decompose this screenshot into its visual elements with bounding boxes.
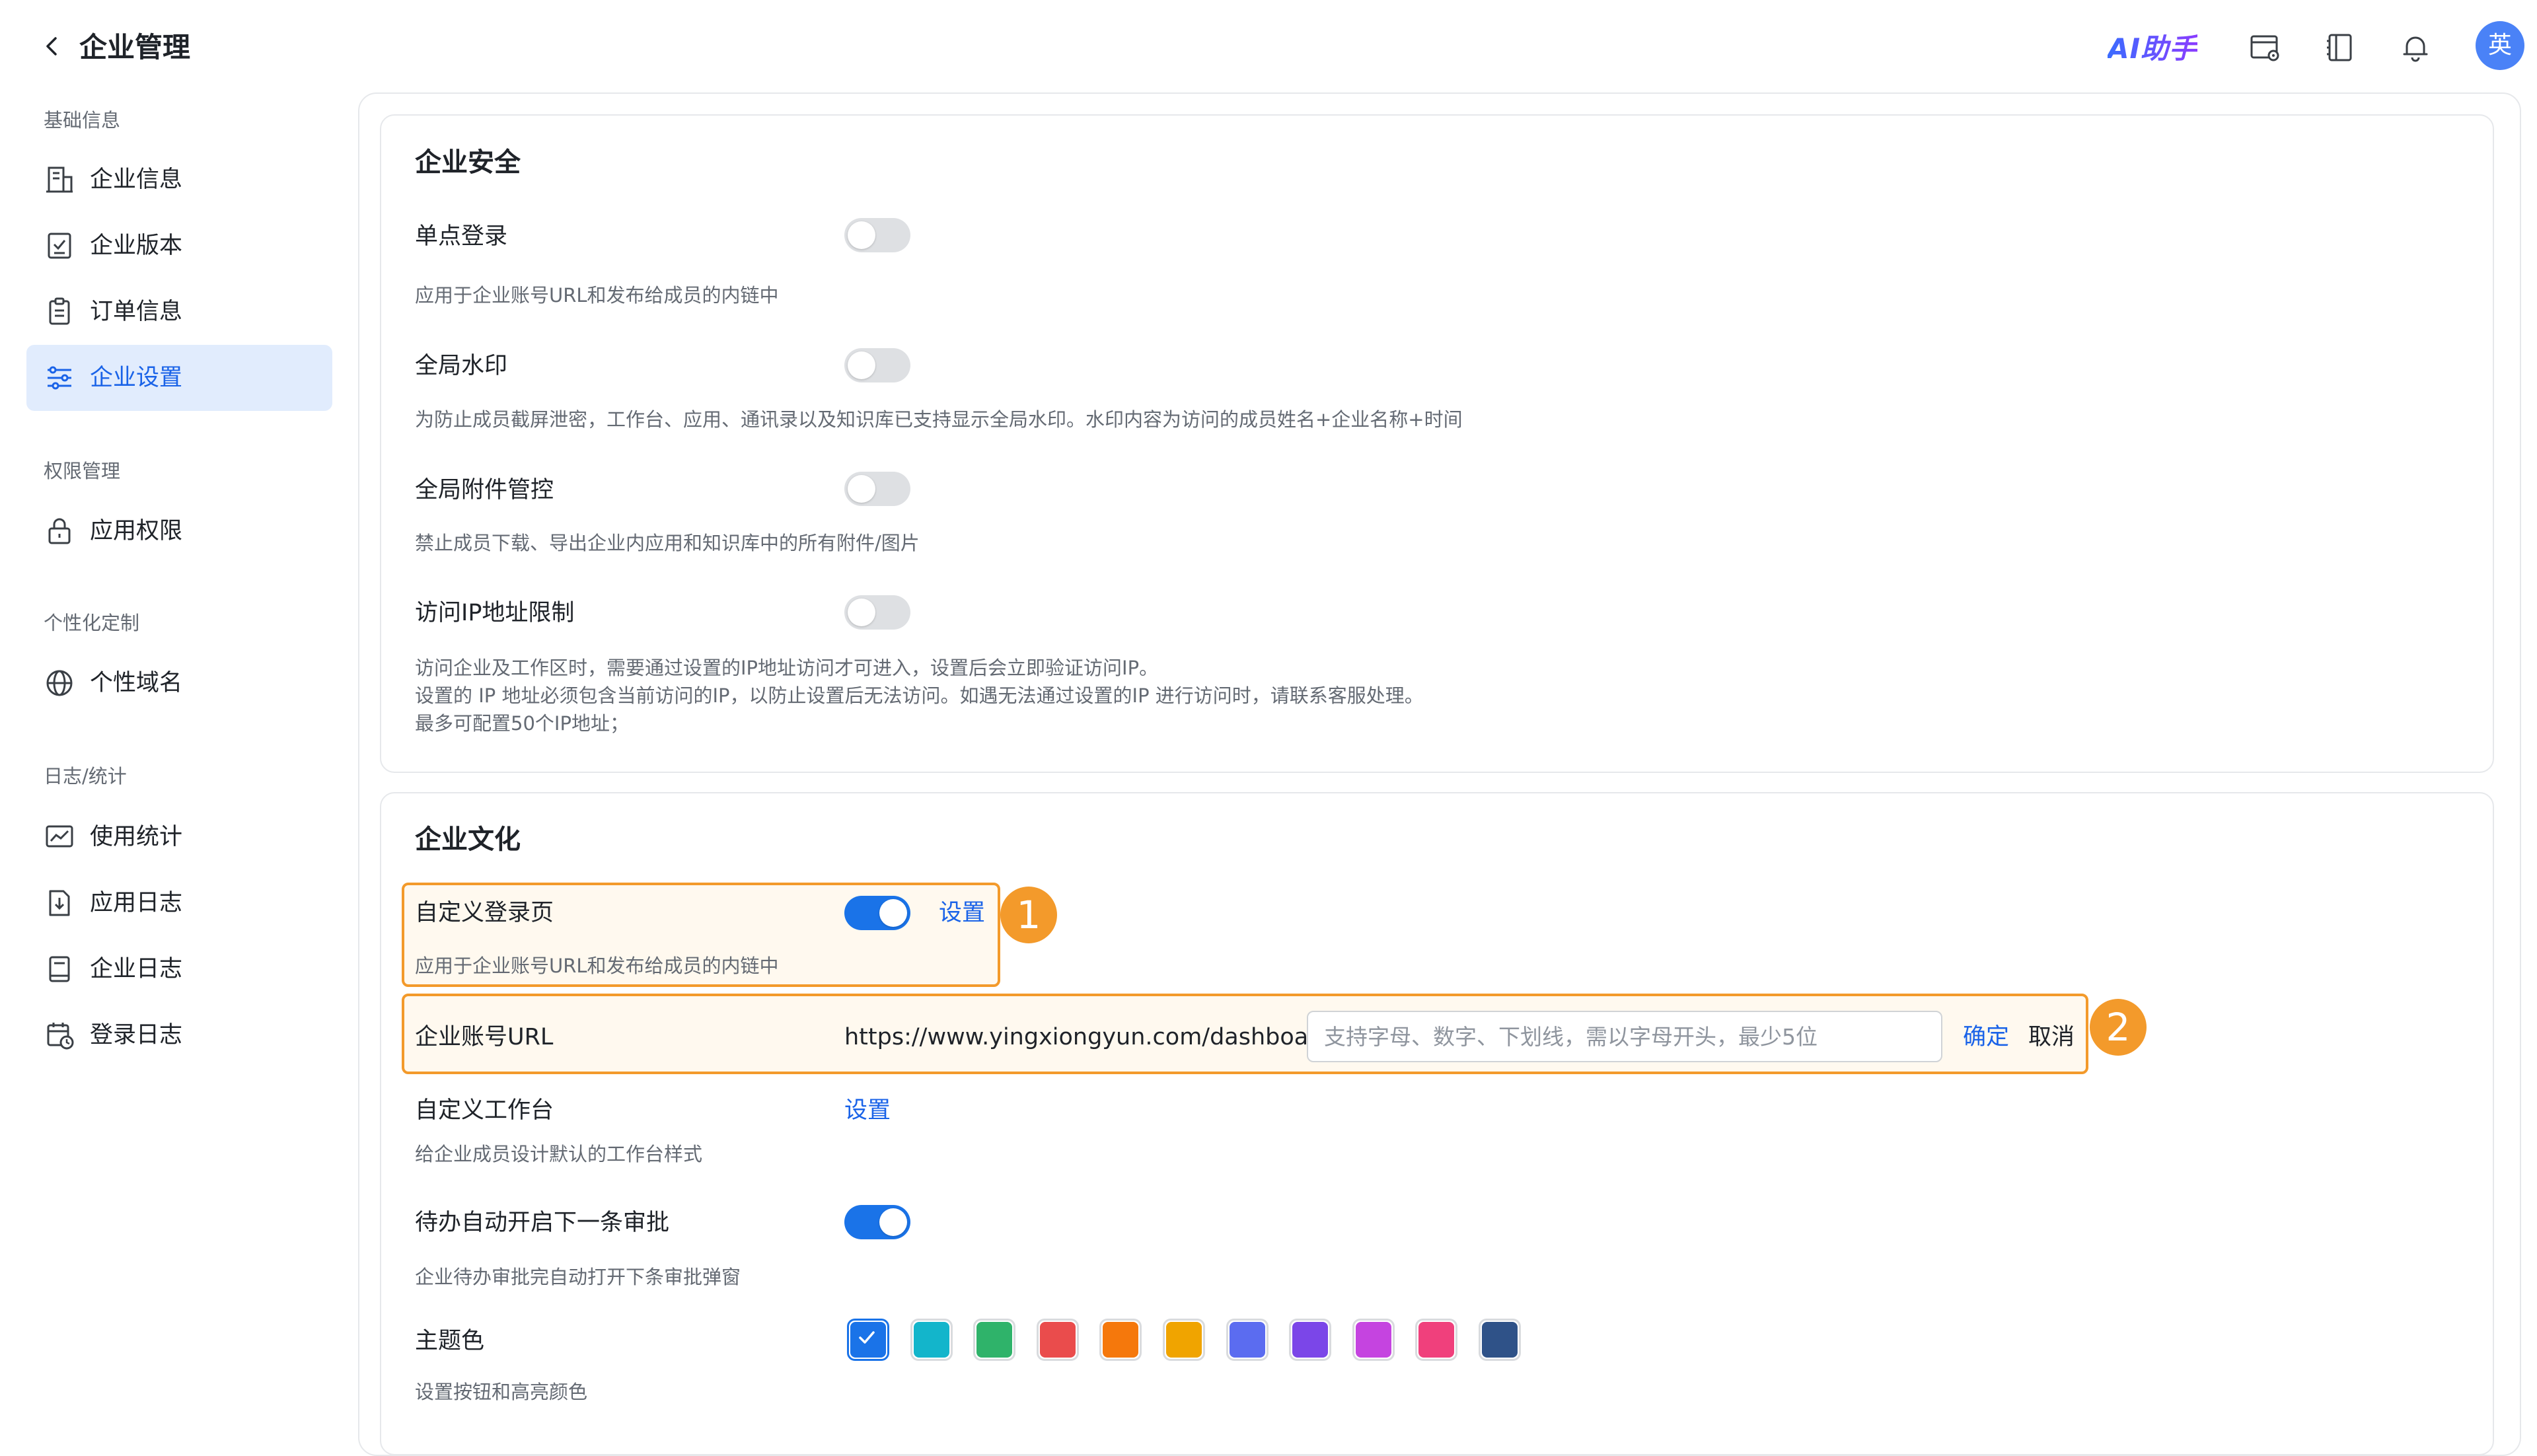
theme-color-swatch[interactable] xyxy=(1163,1319,1205,1361)
custom-workbench-desc: 给企业成员设计默认的工作台样式 xyxy=(415,1143,703,1165)
ip-limit-desc-line: 最多可配置50个IP地址； xyxy=(415,712,629,735)
sidebar-item-label: 企业信息 xyxy=(90,166,183,193)
watermark-toggle[interactable] xyxy=(844,348,910,382)
cancel-button[interactable]: 取消 xyxy=(2028,1021,2075,1054)
back-arrow-icon[interactable] xyxy=(38,33,65,59)
annotation-badge-1: 1 xyxy=(1000,887,1057,943)
line-chart-icon xyxy=(46,825,73,848)
sso-desc: 应用于企业账号URL和发布给成员的内链中 xyxy=(415,284,779,307)
auto-next-approval-label: 待办自动开启下一条审批 xyxy=(415,1210,670,1236)
ai-assistant-button[interactable]: AI助手 xyxy=(2108,30,2197,67)
clipboard-icon xyxy=(49,297,70,325)
culture-card-title: 企业文化 xyxy=(415,824,521,855)
custom-login-label: 自定义登录页 xyxy=(415,900,554,926)
sidebar-item-label: 应用权限 xyxy=(90,518,183,544)
theme-color-swatch[interactable] xyxy=(1415,1319,1458,1361)
auto-next-approval-toggle[interactable] xyxy=(844,1205,910,1239)
security-card-title: 企业安全 xyxy=(415,147,521,178)
notebook-icon[interactable] xyxy=(2323,30,2357,65)
ip-limit-desc-line: 访问企业及工作区时，需要通过设置的IP地址访问才可进入，设置后会立即验证访问IP… xyxy=(415,657,1159,679)
theme-color-swatch[interactable] xyxy=(847,1319,889,1361)
sidebar-item-label: 订单信息 xyxy=(90,299,183,325)
custom-workbench-label: 自定义工作台 xyxy=(415,1097,554,1124)
toggle-knob xyxy=(848,351,875,379)
theme-color-swatch[interactable] xyxy=(1226,1319,1268,1361)
sidebar-item-label: 个性域名 xyxy=(90,670,183,696)
lock-icon xyxy=(48,518,71,544)
custom-login-settings-link[interactable]: 设置 xyxy=(939,896,985,929)
custom-login-toggle[interactable] xyxy=(844,896,910,930)
browser-settings-icon[interactable] xyxy=(2248,30,2282,65)
theme-color-desc: 设置按钮和高亮颜色 xyxy=(415,1381,588,1403)
theme-color-swatch[interactable] xyxy=(1352,1319,1395,1361)
sidebar-item-order-info[interactable]: 订单信息 xyxy=(26,279,332,345)
calendar-clock-icon xyxy=(47,1023,74,1050)
theme-color-swatch[interactable] xyxy=(910,1319,953,1361)
account-url-input[interactable] xyxy=(1307,1011,1942,1062)
theme-color-swatch[interactable] xyxy=(1479,1319,1521,1361)
sidebar-item-label: 应用日志 xyxy=(90,890,183,916)
notebook-icon xyxy=(49,956,70,982)
sidebar-item-label: 使用统计 xyxy=(90,824,183,850)
theme-color-swatch[interactable] xyxy=(1099,1319,1142,1361)
ip-limit-toggle[interactable] xyxy=(844,595,910,630)
account-url-prefix: https://www.yingxiongyun.com/dashboard/ xyxy=(844,1024,1341,1050)
toggle-knob xyxy=(879,899,907,927)
sso-label: 单点登录 xyxy=(415,223,508,250)
sidebar-item-label: 企业日志 xyxy=(90,956,183,982)
ip-limit-label: 访问IP地址限制 xyxy=(415,600,575,626)
watermark-label: 全局水印 xyxy=(415,353,508,379)
sidebar-section-customization: 个性化定制 xyxy=(44,612,140,634)
custom-workbench-settings-link[interactable]: 设置 xyxy=(844,1094,891,1127)
sidebar-item-company-info[interactable]: 企业信息 xyxy=(26,147,332,213)
sidebar-item-app-logs[interactable]: 应用日志 xyxy=(26,870,332,936)
settings-sliders-icon xyxy=(48,366,71,390)
sidebar-item-app-permissions[interactable]: 应用权限 xyxy=(26,498,332,564)
toggle-knob xyxy=(848,475,875,503)
sidebar-item-label: 登录日志 xyxy=(90,1022,183,1048)
attachment-control-desc: 禁止成员下载、导出企业内应用和知识库中的所有附件/图片 xyxy=(415,532,920,554)
building-icon xyxy=(46,166,73,193)
sso-toggle[interactable] xyxy=(844,218,910,252)
sidebar-item-custom-domain[interactable]: 个性域名 xyxy=(26,650,332,716)
check-icon xyxy=(859,1331,875,1344)
sidebar-item-company-logs[interactable]: 企业日志 xyxy=(26,936,332,1002)
toggle-knob xyxy=(879,1208,907,1236)
toggle-knob xyxy=(848,599,875,626)
theme-color-swatch[interactable] xyxy=(973,1319,1016,1361)
theme-color-swatch[interactable] xyxy=(1289,1319,1332,1361)
sidebar-section-basic: 基础信息 xyxy=(44,109,121,131)
version-icon xyxy=(48,233,71,259)
custom-login-desc: 应用于企业账号URL和发布给成员的内链中 xyxy=(415,955,779,977)
sidebar-section-permissions: 权限管理 xyxy=(44,460,121,482)
confirm-button[interactable]: 确定 xyxy=(1963,1021,2009,1054)
sidebar-section-logs: 日志/统计 xyxy=(44,765,127,787)
watermark-desc: 为防止成员截屏泄密，工作台、应用、通讯录以及知识库已支持显示全局水印。水印内容为… xyxy=(415,408,1463,431)
toggle-knob xyxy=(848,221,875,249)
ip-limit-desc-line: 设置的 IP 地址必须包含当前访问的IP，以防止设置后无法访问。如遇无法通过设置… xyxy=(415,684,1424,707)
sidebar-item-company-version[interactable]: 企业版本 xyxy=(26,213,332,279)
annotation-badge-2: 2 xyxy=(2090,999,2147,1056)
download-doc-icon xyxy=(49,890,70,916)
sidebar-item-label: 企业版本 xyxy=(90,233,183,259)
theme-color-label: 主题色 xyxy=(415,1328,485,1354)
sidebar-item-login-logs[interactable]: 登录日志 xyxy=(26,1002,332,1068)
auto-next-approval-desc: 企业待办审批完自动打开下条审批弹窗 xyxy=(415,1266,741,1288)
sidebar-item-company-settings[interactable]: 企业设置 xyxy=(26,345,332,411)
attachment-control-toggle[interactable] xyxy=(844,472,910,506)
account-url-label: 企业账号URL xyxy=(415,1024,554,1050)
attachment-control-label: 全局附件管控 xyxy=(415,477,554,503)
bell-icon[interactable] xyxy=(2398,30,2433,65)
sidebar-item-label: 企业设置 xyxy=(90,365,183,391)
page-title: 企业管理 xyxy=(79,31,191,63)
globe-icon xyxy=(46,670,73,696)
theme-color-swatch[interactable] xyxy=(1036,1319,1079,1361)
user-avatar[interactable]: 英 xyxy=(2476,21,2524,70)
sidebar-item-usage-stats[interactable]: 使用统计 xyxy=(26,804,332,870)
